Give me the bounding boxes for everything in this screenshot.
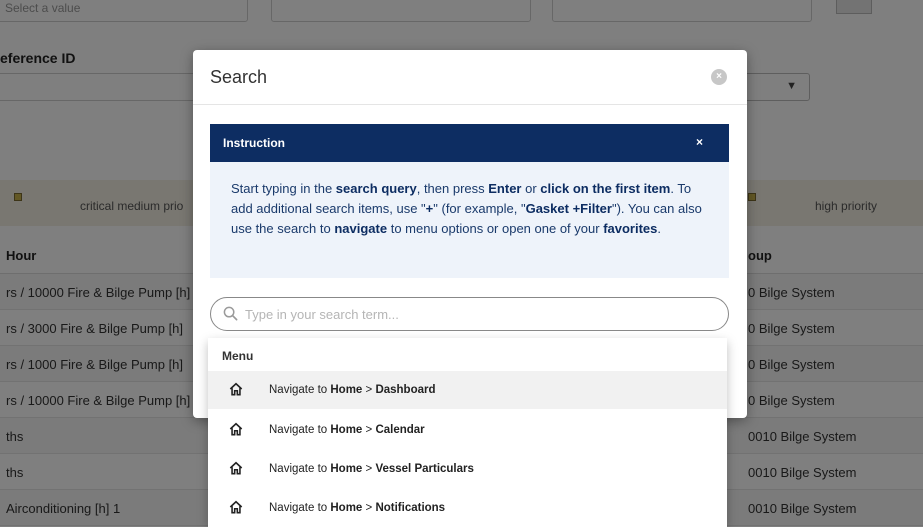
instruction-segment: , then press [416, 181, 489, 196]
search-input[interactable] [245, 304, 715, 324]
suggestion-separator: > [362, 384, 376, 396]
suggestion-prefix: Navigate to [269, 424, 331, 436]
suggestion-separator: > [362, 463, 376, 475]
instruction-bold: Enter [488, 181, 522, 196]
suggestion-section: Home [330, 424, 363, 436]
suggestion-text: Navigate to Home > Vessel Particulars [269, 463, 474, 475]
instruction-bold: search query [335, 181, 417, 196]
search-suggestions: Menu Navigate to Home > Dashboard Naviga… [208, 338, 727, 527]
modal-header: Search × [193, 50, 747, 105]
suggestion-section: Home [330, 384, 363, 396]
modal-title: Search [210, 67, 268, 87]
suggestion-section: Home [330, 502, 363, 514]
instruction-segment: " (for example, " [433, 201, 526, 216]
suggestion-target: Dashboard [375, 384, 436, 396]
instruction-bold: click on the first item [540, 181, 671, 196]
home-icon [229, 382, 243, 396]
suggestion-dashboard[interactable]: Navigate to Home > Dashboard [208, 371, 727, 409]
suggestion-separator: > [362, 502, 376, 514]
instruction-title: Instruction [223, 136, 285, 150]
suggestion-separator: > [362, 424, 376, 436]
instruction-bold: Gasket +Filter [525, 201, 612, 216]
instruction-segment: . [657, 221, 662, 236]
suggestion-prefix: Navigate to [269, 463, 331, 475]
suggestion-vessel-particulars[interactable]: Navigate to Home > Vessel Particulars [208, 450, 727, 488]
suggestion-target: Calendar [375, 424, 425, 436]
suggestion-target: Notifications [375, 502, 446, 514]
suggestion-target: Vessel Particulars [375, 463, 474, 475]
instruction-text: Start typing in the search query, then p… [231, 179, 711, 239]
instruction-bold: favorites [603, 221, 658, 236]
search-field[interactable] [210, 297, 729, 331]
suggestion-prefix: Navigate to [269, 384, 331, 396]
menu-group-label: Menu [222, 349, 254, 363]
suggestion-text: Navigate to Home > Dashboard [269, 384, 436, 396]
instruction-segment: to menu options or open one of your [387, 221, 604, 236]
instruction-bold: navigate [334, 221, 388, 236]
search-icon [223, 306, 238, 321]
suggestion-section: Home [330, 463, 363, 475]
home-icon [229, 500, 243, 514]
home-icon [229, 461, 243, 475]
instruction-panel: Instruction × Start typing in the search… [210, 124, 729, 278]
instruction-close-icon[interactable]: × [696, 135, 703, 149]
suggestion-text: Navigate to Home > Calendar [269, 424, 425, 436]
suggestion-text: Navigate to Home > Notifications [269, 502, 445, 514]
close-icon[interactable]: × [711, 69, 727, 85]
home-icon [229, 422, 243, 436]
instruction-header: Instruction × [210, 124, 729, 162]
instruction-segment: or [521, 181, 541, 196]
instruction-segment: Start typing in the [231, 181, 336, 196]
suggestion-prefix: Navigate to [269, 502, 331, 514]
suggestion-calendar[interactable]: Navigate to Home > Calendar [208, 411, 727, 449]
suggestion-notifications[interactable]: Navigate to Home > Notifications [208, 489, 727, 527]
